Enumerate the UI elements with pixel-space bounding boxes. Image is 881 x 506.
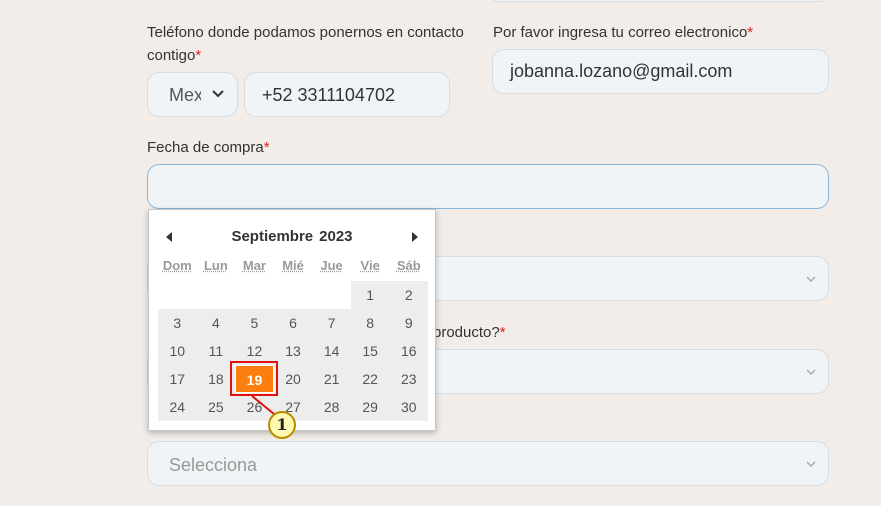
email-value: jobanna.lozano@gmail.com xyxy=(510,61,733,81)
chevron-down-icon xyxy=(212,90,224,98)
datepicker-header: Septiembre 2023 xyxy=(149,224,435,248)
day-cell[interactable]: 23 xyxy=(389,365,429,393)
purchase-date-input[interactable] xyxy=(147,164,829,209)
weekday-label: Mié xyxy=(282,258,304,273)
email-label: Por favor ingresa tu correo electronico* xyxy=(493,21,753,44)
day-cell[interactable]: 13 xyxy=(273,337,313,365)
day-cell[interactable]: 28 xyxy=(312,393,351,421)
day-cell[interactable]: 24 xyxy=(158,393,197,421)
phone-input[interactable]: +52 3311104702 xyxy=(244,72,450,117)
question-2-label-text: producto? xyxy=(433,324,500,341)
weekday-header-row: Dom Lun Mar Mié Jue Vie Sáb xyxy=(158,258,428,276)
datepicker-grid: 1 2 3 4 5 6 7 8 9 10 11 12 13 14 15 16 17 18 19 20 21 22 23 24 2… xyxy=(158,281,429,421)
select-field-3[interactable]: Selecciona xyxy=(147,441,829,486)
country-code-select[interactable]: Mex xyxy=(147,72,238,117)
empty-day-cell xyxy=(197,281,236,309)
day-cell[interactable]: 21 xyxy=(312,365,351,393)
day-cell[interactable]: 6 xyxy=(273,309,313,337)
required-mark: * xyxy=(263,139,270,156)
datepicker-popup: Septiembre 2023 Dom Lun Mar Mié Jue Vie Sáb 123… xyxy=(148,209,436,431)
weekday-label: Mar xyxy=(242,258,266,273)
phone-label-text: Teléfono donde podamos ponernos en conta… xyxy=(147,24,464,41)
required-mark: * xyxy=(747,24,754,41)
next-month-icon[interactable] xyxy=(409,230,421,244)
question-2-label: producto?* xyxy=(433,321,506,344)
purchase-date-label-text: Fecha de compra xyxy=(147,139,264,156)
weekday-label: Jue xyxy=(320,258,343,273)
day-cell[interactable]: 1 xyxy=(350,281,390,309)
day-cell[interactable]: 20 xyxy=(273,365,313,393)
day-cell[interactable]: 7 xyxy=(312,309,351,337)
week-row: 17 18 19 20 21 22 23 xyxy=(158,365,429,393)
weekday-label: Vie xyxy=(360,258,380,273)
day-cell[interactable]: 9 xyxy=(389,309,429,337)
chevron-down-icon xyxy=(806,461,816,468)
day-cell[interactable]: 2 xyxy=(389,281,429,309)
phone-label: Teléfono donde podamos ponernos en conta… xyxy=(147,21,464,67)
day-cell[interactable]: 22 xyxy=(350,365,390,393)
day-cell[interactable]: 14 xyxy=(312,337,351,365)
day-cell[interactable]: 10 xyxy=(158,337,197,365)
chevron-down-icon xyxy=(806,369,816,376)
weekday-label: Lun xyxy=(203,258,228,273)
day-cell[interactable]: 5 xyxy=(235,309,274,337)
country-code-value: Mex xyxy=(169,85,201,105)
empty-day-cell xyxy=(235,281,274,309)
day-cell[interactable]: 4 xyxy=(196,309,236,337)
day-cell[interactable]: 8 xyxy=(350,309,390,337)
annotation-marker-label: 1 xyxy=(276,415,288,434)
day-cell[interactable]: 25 xyxy=(196,393,236,421)
week-row: 12 xyxy=(158,281,429,309)
phone-label-text-2: contigo xyxy=(147,47,196,64)
weekday-label: Sáb xyxy=(396,258,421,273)
phone-value: +52 3311104702 xyxy=(262,85,395,105)
weekday-label: Dom xyxy=(162,258,192,273)
required-mark: * xyxy=(499,324,506,341)
datepicker-month: Septiembre xyxy=(231,228,314,245)
selected-day-highlight-box xyxy=(230,361,278,396)
day-cell[interactable]: 16 xyxy=(389,337,429,365)
select-3-placeholder: Selecciona xyxy=(169,455,258,475)
day-cell[interactable]: 17 xyxy=(158,365,197,393)
day-cell[interactable]: 30 xyxy=(389,393,429,421)
email-label-text: Por favor ingresa tu correo electronico xyxy=(493,24,748,41)
day-cell[interactable]: 3 xyxy=(158,309,197,337)
annotation-marker: 1 xyxy=(268,411,296,439)
day-cell[interactable]: 15 xyxy=(350,337,390,365)
required-mark: * xyxy=(195,47,202,64)
empty-day-cell xyxy=(312,281,351,309)
purchase-date-label: Fecha de compra* xyxy=(147,136,270,159)
datepicker-year: 2023 xyxy=(319,228,353,245)
chevron-down-icon xyxy=(806,276,816,283)
week-row: 3456789 xyxy=(158,309,429,337)
previous-field-edge xyxy=(490,0,828,2)
email-input[interactable]: jobanna.lozano@gmail.com xyxy=(492,49,829,94)
empty-day-cell xyxy=(274,281,313,309)
datepicker-title: Septiembre 2023 xyxy=(149,228,435,245)
week-row: 10 11 12 13 14 15 16 xyxy=(158,337,429,365)
day-cell[interactable]: 29 xyxy=(350,393,390,421)
empty-day-cell xyxy=(158,281,197,309)
